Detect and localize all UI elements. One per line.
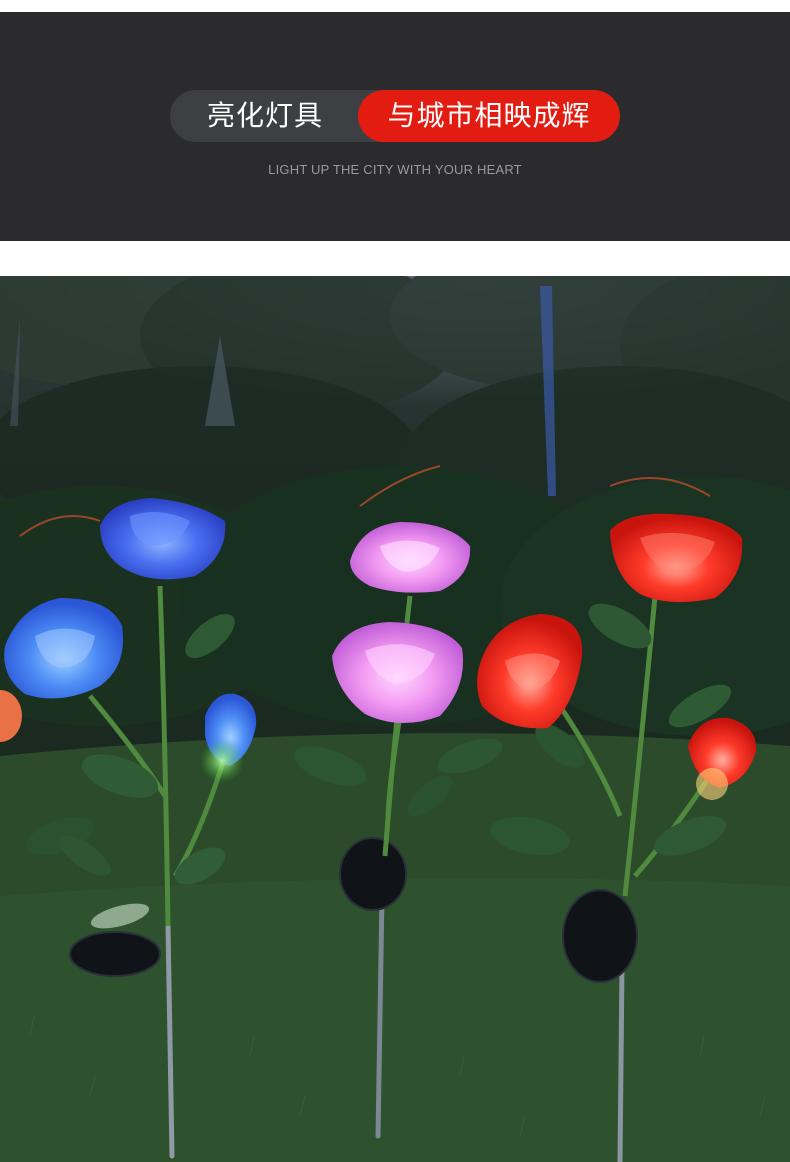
product-detail-page: 亮化灯具 与城市相映成辉 LIGHT UP THE CITY WITH YOUR… <box>0 0 790 1162</box>
slogan-subtitle: LIGHT UP THE CITY WITH YOUR HEART <box>268 162 522 177</box>
product-photo <box>0 276 790 1162</box>
slogan-tag-right: 与城市相映成辉 <box>358 90 620 142</box>
slogan-pill: 亮化灯具 与城市相映成辉 <box>170 90 620 142</box>
slogan-tag-left: 亮化灯具 <box>206 99 323 132</box>
rose-lights-photo <box>0 276 790 1162</box>
slogan-banner: 亮化灯具 与城市相映成辉 LIGHT UP THE CITY WITH YOUR… <box>0 12 790 241</box>
